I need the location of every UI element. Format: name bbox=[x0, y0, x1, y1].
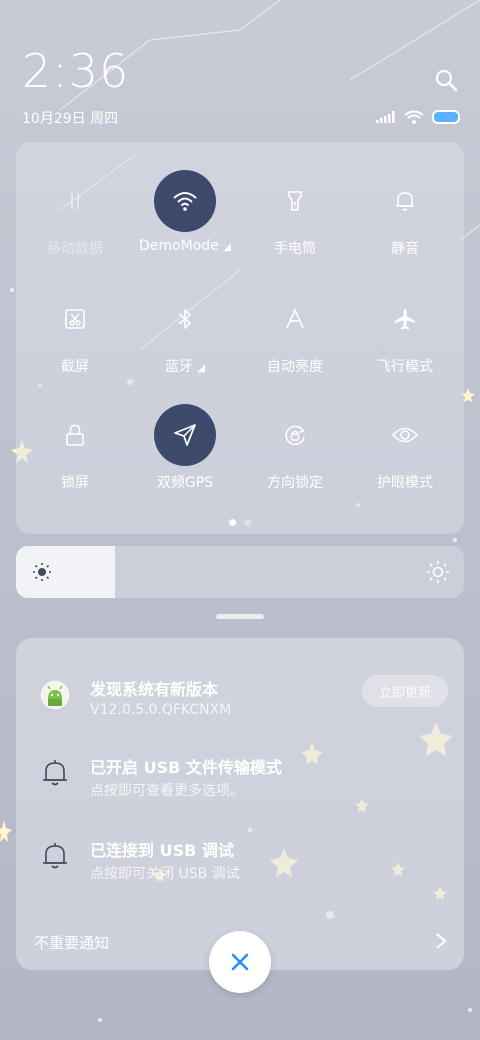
bell-icon bbox=[374, 170, 436, 232]
tile-label: 移动数据 bbox=[47, 241, 103, 257]
page-dot-active[interactable] bbox=[229, 519, 236, 526]
screenshot-icon bbox=[44, 288, 106, 350]
tile-label: 截屏 bbox=[61, 359, 89, 375]
brightness-low-icon bbox=[33, 563, 51, 581]
tile-eye-care[interactable]: 护眼模式 bbox=[350, 404, 460, 514]
tile-flashlight[interactable]: 手电筒 bbox=[240, 170, 350, 280]
tile-label: 护眼模式 bbox=[377, 475, 433, 491]
tile-gps[interactable]: 双频GPS bbox=[130, 404, 240, 514]
gps-icon bbox=[154, 404, 216, 466]
unimportant-notifications-label[interactable]: 不重要通知 bbox=[34, 932, 109, 953]
wifi-icon bbox=[154, 170, 216, 232]
close-icon bbox=[231, 953, 249, 971]
brightness-slider[interactable] bbox=[16, 546, 464, 598]
clear-all-button[interactable] bbox=[209, 931, 271, 993]
mobile-data-icon bbox=[44, 170, 106, 232]
lock-icon bbox=[44, 404, 106, 466]
brightness-high-icon bbox=[427, 561, 449, 583]
page-dot[interactable] bbox=[244, 519, 251, 526]
bell-outline-icon bbox=[38, 839, 72, 873]
notification-subtitle: 点按即可关闭 USB 调试 bbox=[90, 866, 240, 882]
tile-label: 飞行模式 bbox=[377, 359, 433, 375]
tile-label: 手电筒 bbox=[274, 241, 316, 257]
tile-label: DemoMode bbox=[139, 238, 219, 254]
airplane-icon bbox=[374, 288, 436, 350]
bell-outline-icon bbox=[38, 756, 72, 790]
tile-silent[interactable]: 静音 bbox=[350, 170, 460, 280]
brightness-fill bbox=[16, 546, 115, 598]
chevron-right-icon[interactable] bbox=[434, 932, 448, 950]
page-indicator bbox=[16, 519, 464, 526]
signal-icon bbox=[376, 111, 395, 123]
expand-arrow-icon: ◢ bbox=[197, 363, 206, 374]
tile-rotation-lock[interactable]: 方向锁定 bbox=[240, 404, 350, 514]
notification-item[interactable]: 发现系统有新版本 V12.0.5.0.QFKCNXM 立即更新 bbox=[16, 674, 464, 738]
auto-brightness-icon bbox=[264, 288, 326, 350]
battery-icon bbox=[432, 110, 460, 124]
notification-title: 发现系统有新版本 bbox=[90, 680, 219, 699]
bluetooth-icon bbox=[154, 288, 216, 350]
tile-label: 锁屏 bbox=[61, 475, 89, 491]
drag-handle[interactable] bbox=[216, 614, 264, 619]
notification-title: 已连接到 USB 调试 bbox=[90, 841, 234, 860]
notification-panel: 发现系统有新版本 V12.0.5.0.QFKCNXM 立即更新 已开启 USB … bbox=[16, 638, 464, 970]
tile-label: 蓝牙 bbox=[164, 359, 193, 375]
tile-label: 方向锁定 bbox=[267, 475, 323, 491]
tile-label: 静音 bbox=[391, 241, 419, 257]
tile-mobile-data[interactable]: 移动数据 bbox=[20, 170, 130, 280]
quick-settings-panel: 移动数据 DemoMode ◢ 手电筒 静音 截屏 蓝牙 ◢ 自动亮度 飞行模式… bbox=[16, 142, 464, 534]
update-now-button[interactable]: 立即更新 bbox=[362, 675, 448, 707]
tile-label: 自动亮度 bbox=[267, 359, 323, 375]
flashlight-icon bbox=[264, 170, 326, 232]
eye-icon bbox=[374, 404, 436, 466]
tile-lock-screen[interactable]: 锁屏 bbox=[20, 404, 130, 514]
notification-title: 已开启 USB 文件传输模式 bbox=[90, 758, 282, 777]
notification-subtitle: 点按即可查看更多选项。 bbox=[90, 783, 244, 799]
clock: 2:36 bbox=[22, 44, 130, 98]
expand-arrow-icon: ◢ bbox=[223, 242, 231, 253]
status-icons bbox=[376, 110, 460, 124]
tile-airplane[interactable]: 飞行模式 bbox=[350, 288, 460, 398]
tile-auto-brightness[interactable]: 自动亮度 bbox=[240, 288, 350, 398]
rotation-lock-icon bbox=[264, 404, 326, 466]
wifi-status-icon bbox=[404, 110, 424, 124]
android-updater-icon bbox=[38, 678, 72, 712]
notification-item[interactable]: 已开启 USB 文件传输模式 点按即可查看更多选项。 bbox=[16, 752, 464, 816]
notification-item[interactable]: 已连接到 USB 调试 点按即可关闭 USB 调试 bbox=[16, 835, 464, 899]
search-icon[interactable] bbox=[434, 68, 458, 92]
tile-wifi[interactable]: DemoMode ◢ bbox=[130, 170, 240, 280]
tile-label: 双频GPS bbox=[156, 475, 214, 491]
date-label: 10月29日 周四 bbox=[22, 111, 119, 127]
notification-subtitle: V12.0.5.0.QFKCNXM bbox=[90, 702, 232, 718]
tile-bluetooth[interactable]: 蓝牙 ◢ bbox=[130, 288, 240, 398]
tile-screenshot[interactable]: 截屏 bbox=[20, 288, 130, 398]
